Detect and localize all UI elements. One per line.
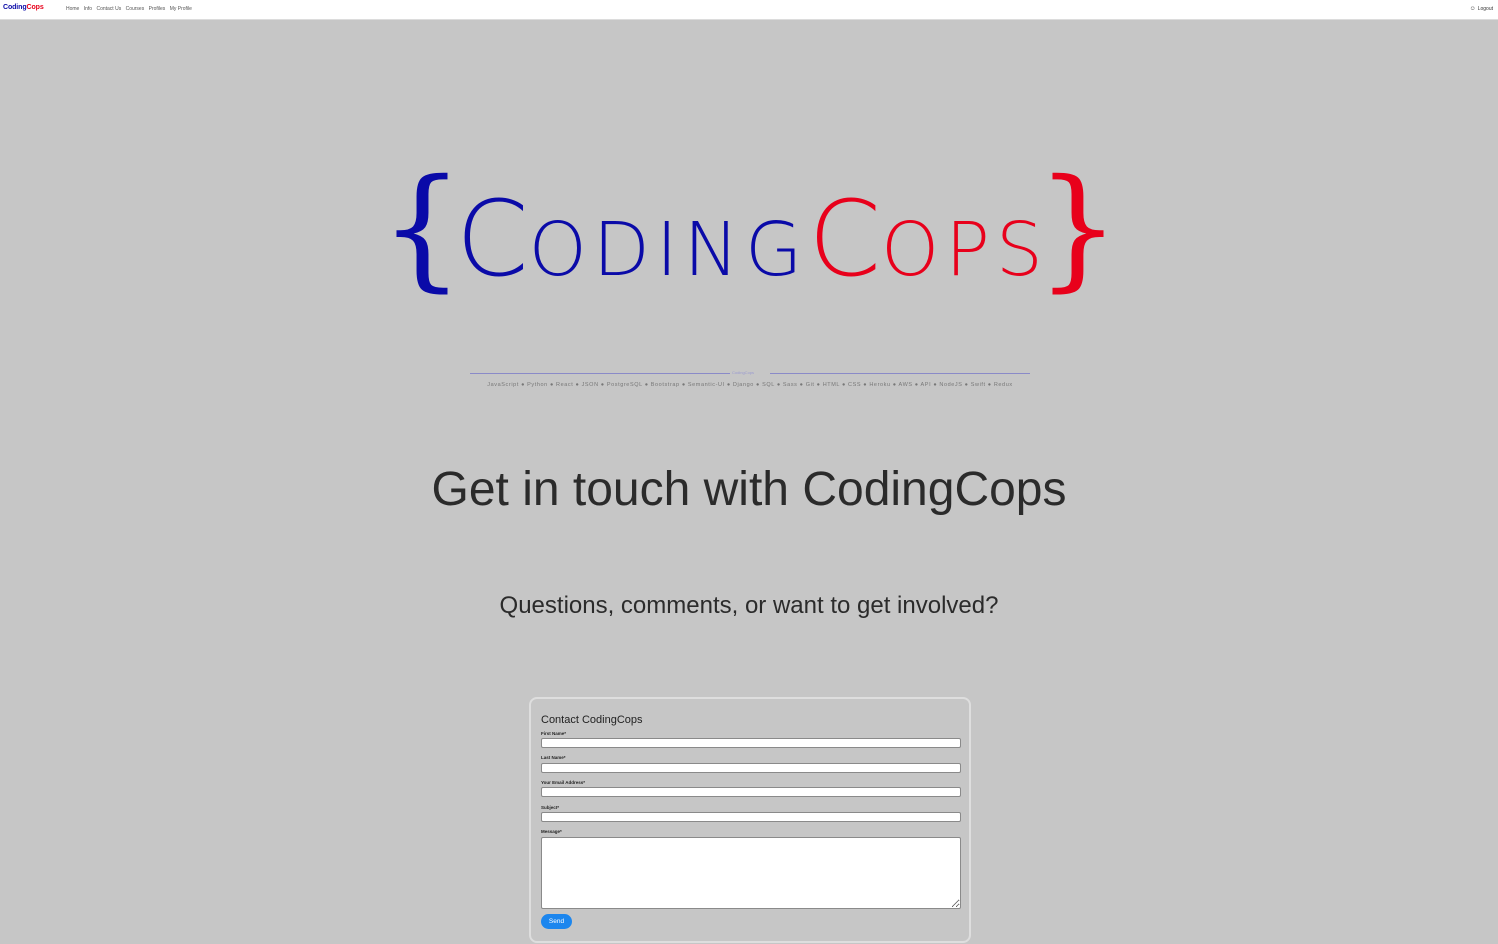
contact-form-title: Contact CodingCops [541,714,643,726]
subject-label: Subject* [541,805,560,810]
nav-link-profiles[interactable]: Profiles [149,6,166,12]
brand-part-1: Coding [3,4,27,11]
nav-link-home[interactable]: Home [66,6,79,12]
email-field[interactable] [541,787,961,797]
nav-links: Home Info Contact Us Courses Profiles My… [66,6,195,12]
message-field[interactable] [541,837,961,909]
hero-logo: { CODINGCOPS } [380,151,1120,305]
tech-stack-list: JavaScript ● Python ● React ● JSON ● Pos… [487,382,1013,388]
logout-label: Logout [1477,6,1493,12]
first-name-label: First Name* [541,731,567,736]
logout-button[interactable]: ☺ Logout [1470,6,1493,12]
page-headline: Get in touch with CodingCops [431,463,1067,516]
nav-link-courses[interactable]: Courses [126,6,145,12]
message-label: Message* [541,829,562,834]
divider-line-left [470,373,730,374]
logo-coding-rest: ODING [528,207,809,293]
last-name-field[interactable] [541,763,961,773]
first-name-field[interactable] [541,738,961,748]
logo-brace-right: } [1036,151,1120,305]
logo-brace-left: { [380,151,464,305]
logo-wordmark: CODINGCOPS [456,178,1049,300]
nav-link-contact-us[interactable]: Contact Us [96,6,121,12]
divider-label: CodingCops [732,370,755,375]
divider-line-right [770,373,1030,374]
nav-link-my-profile[interactable]: My Profile [170,6,192,12]
page-subheadline: Questions, comments, or want to get invo… [499,592,999,619]
brand-logo[interactable]: CodingCops [3,4,44,11]
send-button[interactable]: Send [541,914,572,929]
contact-form-card: Contact CodingCops First Name* Last Name… [529,697,971,943]
nav-link-info[interactable]: Info [84,6,92,12]
last-name-label: Last Name* [541,755,566,760]
section-divider: CodingCops [380,370,1120,375]
logo-cops-initial: C [808,178,881,300]
top-navbar: CodingCops Home Info Contact Us Courses … [0,0,1498,20]
logo-cops-rest: OPS [881,207,1049,293]
email-label: Your Email Address* [541,780,586,785]
logo-coding-initial: C [456,178,529,300]
user-icon: ☺ [1469,6,1476,12]
subject-field[interactable] [541,812,961,822]
brand-part-2: Cops [26,4,44,11]
